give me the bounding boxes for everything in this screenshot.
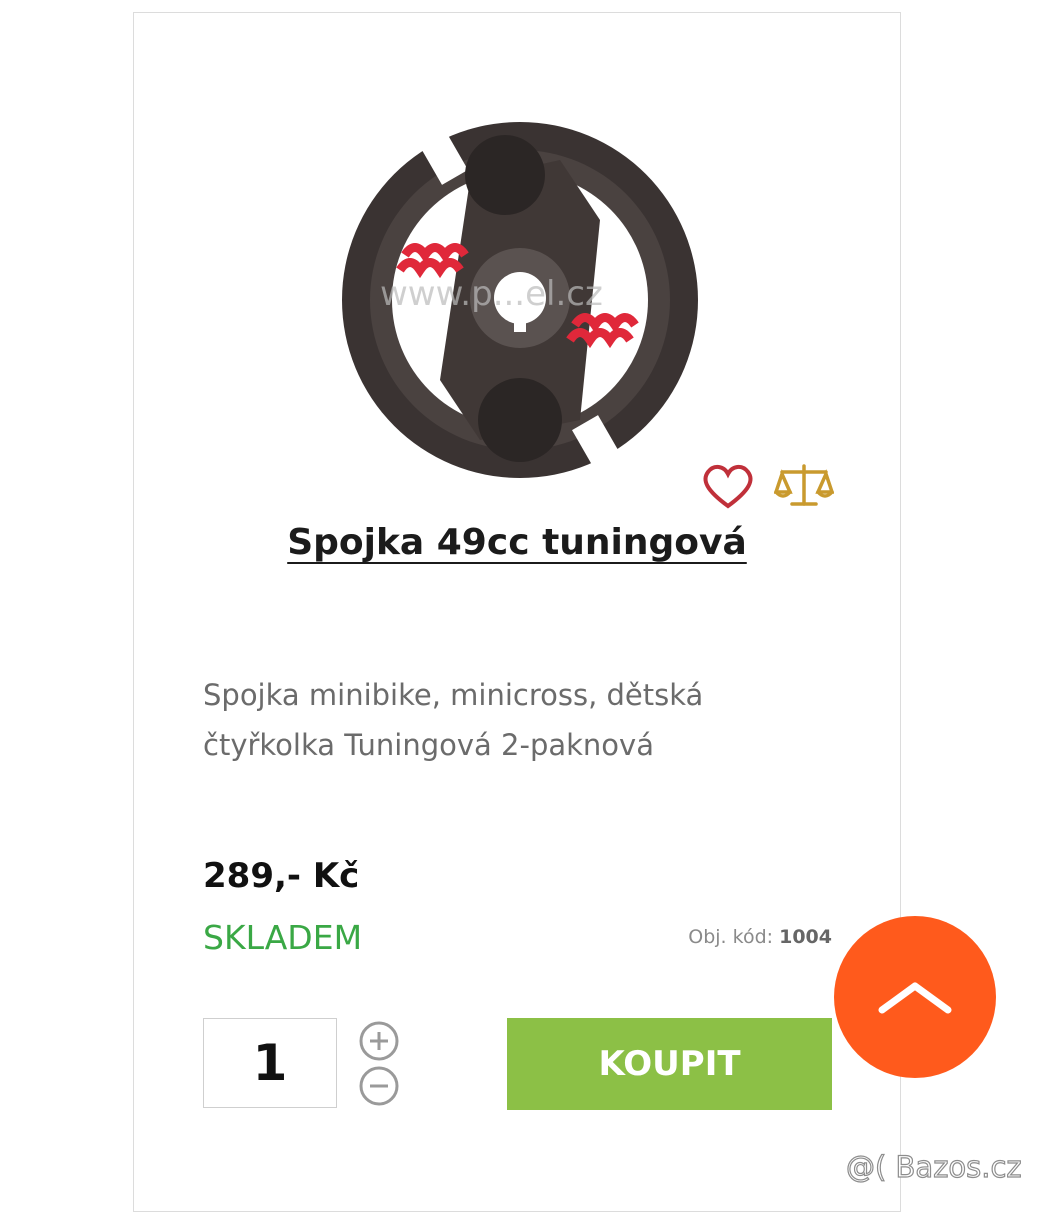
quantity-input[interactable] — [203, 1018, 337, 1108]
bazos-watermark: @( Bazos.cz — [845, 1149, 1022, 1184]
scroll-top-button[interactable] — [834, 916, 996, 1078]
minus-circle-icon[interactable] — [358, 1065, 400, 1107]
product-code: Obj. kód: 1004 — [600, 926, 832, 948]
image-watermark-text: www.p...el.cz — [380, 274, 603, 314]
scales-icon[interactable] — [774, 460, 834, 510]
heart-icon[interactable] — [700, 462, 756, 510]
buy-button[interactable]: KOUPIT — [507, 1018, 832, 1110]
chevron-up-icon — [878, 982, 952, 1014]
stock-status: SKLADEM — [203, 918, 363, 957]
product-title-link[interactable]: Spojka 49cc tuningová — [133, 522, 901, 563]
product-price: 289,- Kč — [203, 856, 360, 896]
plus-circle-icon[interactable] — [358, 1020, 400, 1062]
product-code-value: 1004 — [779, 926, 832, 948]
product-description: Spojka minibike, minicross, dětská čtyřk… — [203, 678, 704, 762]
product-image[interactable]: www.p...el.cz — [330, 120, 710, 480]
product-code-label: Obj. kód: — [688, 926, 774, 948]
